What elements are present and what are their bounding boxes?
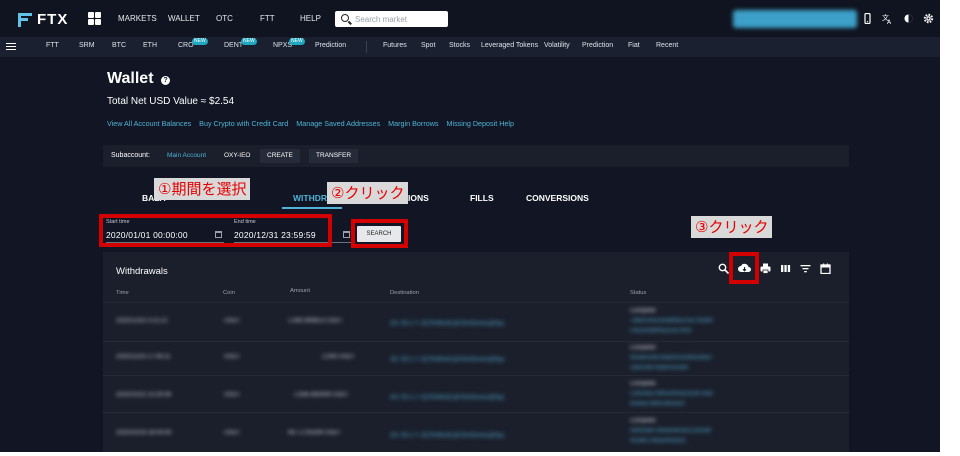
link-view-all-balances[interactable]: View All Account Balances	[107, 119, 191, 128]
theme-icon[interactable]	[903, 13, 914, 24]
new-badge: NEW	[289, 38, 305, 45]
highlight-date-range	[99, 214, 332, 247]
subnav-spot[interactable]: Spot	[421, 42, 435, 49]
subnav-eth[interactable]: ETH	[143, 42, 157, 49]
account-email-button[interactable]	[733, 10, 857, 28]
subnav-ftt[interactable]: FTT	[46, 42, 59, 49]
annotation-step3: ③クリック	[691, 216, 773, 238]
subnav-recent[interactable]: Recent	[656, 42, 678, 49]
subnav-futures[interactable]: Futures	[383, 42, 407, 49]
nav-help[interactable]: HELP	[300, 14, 321, 23]
link-margin-borrows[interactable]: Margin Borrows	[388, 119, 438, 128]
link-missing-deposit[interactable]: Missing Deposit Help	[447, 119, 515, 128]
link-buy-crypto[interactable]: Buy Crypto with Credit Card	[199, 119, 288, 128]
col-status[interactable]: Status	[630, 290, 646, 296]
calendar-icon[interactable]	[343, 231, 350, 238]
link-manage-addresses[interactable]: Manage Saved Addresses	[296, 119, 380, 128]
subnav-stocks[interactable]: Stocks	[449, 42, 470, 49]
subaccount-bar: Subaccount: Main Account OXY-IEO CREATE …	[103, 145, 849, 167]
print-icon[interactable]	[760, 263, 771, 274]
subaccount-label: Subaccount:	[111, 152, 150, 159]
nav-markets[interactable]: MARKETS	[118, 14, 157, 23]
tab-conversions-partial[interactable]: IONS	[408, 193, 429, 203]
subnav-dent[interactable]: DENT	[224, 42, 243, 49]
page-title: Wallet	[107, 70, 154, 87]
col-time[interactable]: Time	[116, 290, 129, 296]
ftx-wallet-screen: FTX MARKETS WALLET OTC FTT HELP 文 A	[0, 0, 960, 456]
help-icon[interactable]: ?	[161, 76, 170, 85]
total-net-value: Total Net USD Value ≈ $2.54	[107, 96, 235, 107]
ftx-logo[interactable]: FTX	[18, 11, 68, 28]
top-navigation: FTX MARKETS WALLET OTC FTT HELP 文 A	[0, 0, 940, 37]
market-search[interactable]	[335, 11, 448, 27]
subaccount-oxy-ieo[interactable]: OXY-IEO	[224, 152, 251, 159]
columns-icon[interactable]	[780, 263, 791, 274]
subnav-volatility[interactable]: Volatility	[544, 42, 570, 49]
subnav-divider	[366, 41, 367, 53]
tab-withdrawals[interactable]: WITHDR	[293, 193, 327, 203]
subnav-prediction[interactable]: Prediction	[315, 42, 346, 49]
search-icon	[341, 14, 349, 22]
new-badge: NEW	[241, 38, 257, 45]
phone-icon[interactable]	[862, 13, 873, 24]
withdrawals-title: Withdrawals	[116, 266, 168, 277]
nav-ftt[interactable]: FTT	[260, 14, 275, 23]
grid-icon[interactable]	[88, 12, 101, 25]
annotation-step1: ①期間を選択	[154, 178, 251, 200]
search-icon[interactable]	[718, 263, 729, 274]
subnav-srm[interactable]: SRM	[79, 42, 95, 49]
filter-icon[interactable]	[800, 263, 811, 274]
settings-icon[interactable]	[923, 13, 934, 24]
tab-fills[interactable]: FILLS	[470, 193, 494, 203]
market-subnav: FTT SRM BTC ETH CRO NEW DENT NEW NPXS NE…	[0, 37, 940, 57]
nav-otc[interactable]: OTC	[216, 14, 233, 23]
subnav-leveraged-tokens[interactable]: Leveraged Tokens	[481, 42, 538, 49]
subnav-btc[interactable]: BTC	[112, 42, 126, 49]
tab-conversions[interactable]: CONVERSIONS	[526, 193, 589, 203]
col-destination[interactable]: Destination	[390, 290, 419, 296]
col-coin[interactable]: Coin	[223, 290, 235, 296]
transfer-button[interactable]: TRANSFER	[309, 149, 359, 163]
subnav-fiat[interactable]: Fiat	[628, 42, 640, 49]
subnav-cro[interactable]: CRO	[178, 42, 194, 49]
translate-icon[interactable]: 文 A	[882, 13, 893, 24]
logo-text: FTX	[37, 11, 69, 28]
ftx-logo-icon	[18, 12, 32, 27]
col-amount[interactable]: Amount	[290, 288, 310, 294]
subaccount-main[interactable]: Main Account	[167, 152, 206, 159]
new-badge: NEW	[192, 38, 208, 45]
nav-wallet[interactable]: WALLET	[168, 14, 200, 23]
create-button[interactable]: CREATE	[260, 149, 300, 163]
annotation-step2: ②クリック	[327, 182, 409, 204]
active-tab-indicator	[282, 207, 342, 209]
wallet-links: View All Account Balances Buy Crypto wit…	[107, 119, 520, 128]
frame-edge	[940, 0, 960, 456]
subnav-prediction-2[interactable]: Prediction	[582, 42, 613, 49]
svg-text:A: A	[887, 19, 892, 24]
highlight-download-icon	[729, 252, 759, 284]
market-search-input[interactable]	[355, 13, 443, 25]
menu-icon[interactable]	[6, 43, 16, 51]
frame-edge	[0, 452, 960, 456]
highlight-search-button	[351, 219, 408, 248]
calendar-icon[interactable]	[820, 263, 831, 274]
